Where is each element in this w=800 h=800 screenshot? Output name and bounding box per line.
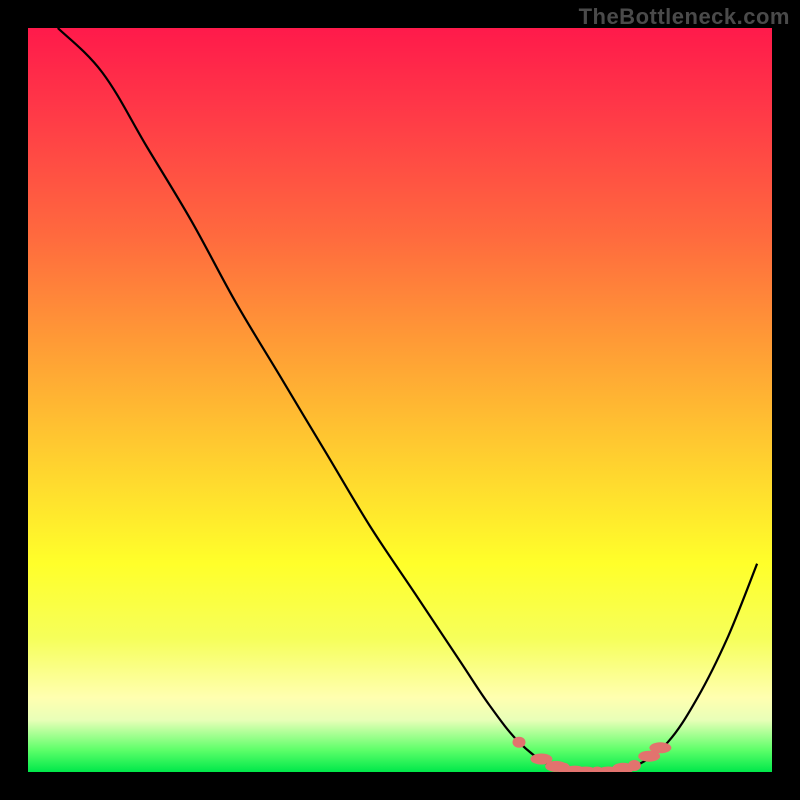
curve-layer [28,28,772,772]
optimal-marker [513,737,526,748]
optimal-marker [649,742,671,753]
chart-frame: TheBottleneck.com [0,0,800,800]
optimal-marker [628,760,641,771]
optimal-markers [513,737,672,772]
watermark-text: TheBottleneck.com [579,4,790,30]
bottleneck-curve [58,28,757,772]
plot-area [28,28,772,772]
